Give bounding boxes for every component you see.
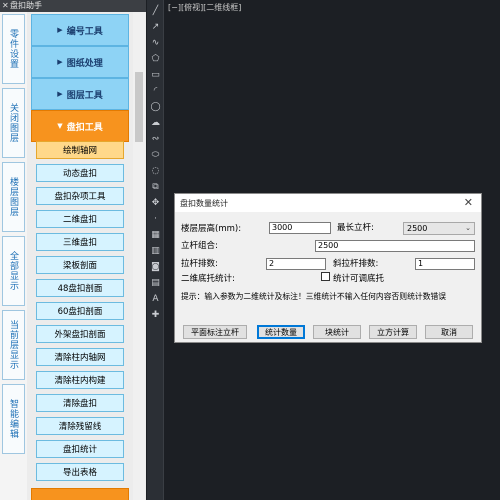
vtab-6[interactable]: 智能编辑 [2,384,25,454]
ellipse-arc-icon[interactable]: ◌ [149,164,162,177]
dialog-titlebar: 盘扣数量统计 ✕ [175,194,481,212]
ellipse-icon[interactable]: ⬭ [149,148,162,161]
vtab-3[interactable]: 楼层图层 [2,162,25,232]
adjustable-base-label: 统计可调底托 [333,274,385,284]
draw-axis-grid-button[interactable]: 绘制轴网 [36,141,124,159]
panel-title: 盘扣助手 [10,1,42,10]
group-numbering-tools[interactable]: ▶ 编号工具 [31,14,129,46]
vtab-2[interactable]: 关闭图层 [2,88,25,158]
circle-icon[interactable]: ◯ [149,100,162,113]
diag-rows-label: 斜拉杆排数: [333,259,379,269]
pole-combo-label: 立杆组合: [181,241,218,251]
region-icon[interactable]: ◙ [149,260,162,273]
rectangle-icon[interactable]: ▭ [149,68,162,81]
make-block-icon[interactable]: ✥ [149,196,162,209]
group-pankou-tools[interactable]: ▼ 盘扣工具 [31,110,129,142]
clear-pankou-button[interactable]: 清除盘扣 [36,394,124,412]
plan-mark-poles-button[interactable]: 平面标注立杆 [183,325,247,339]
vtab-1[interactable]: 零件设置 [2,14,25,84]
count-quantity-button[interactable]: 统计数量 [257,325,305,339]
max-pole-label: 最长立杆: [337,223,374,233]
floor-height-label: 楼层层高(mm): [181,224,242,234]
view-label[interactable]: [−][俯视][二维线框] [168,2,241,13]
base-stat-label: 二维底托统计: [181,274,235,284]
export-table-button[interactable]: 导出表格 [36,463,124,481]
pankou-quantity-dialog: 盘扣数量统计 ✕ 楼层层高(mm): 3000 最长立杆: 2500 ⌄ 立杆组合… [174,193,482,343]
next-group-partial[interactable] [31,488,129,500]
cubic-calc-button[interactable]: 立方计算 [369,325,417,339]
spline-curve-icon[interactable]: ∾ [149,132,162,145]
add-selected-icon[interactable]: ✚ [149,308,162,321]
app-window: ✕ 盘扣助手 零件设置 关闭图层 楼层图层 全部显示 当前层显示 智能编辑 ▶ 编… [0,0,500,500]
tie-rows-label: 拉杆排数: [181,259,218,269]
point-icon[interactable]: · [149,212,162,225]
external-section-button[interactable]: 外架盘扣剖面 [36,325,124,343]
hint-text: 提示：输入参数为二维统计及标注！三维统计不输入任何内容否则统计数错误 [181,292,447,301]
panel-scrollbar[interactable] [133,12,145,500]
misc-tools-button[interactable]: 盘扣杂项工具 [36,187,124,205]
line-icon[interactable]: ╱ [149,4,162,17]
pankou-statistics-button[interactable]: 盘扣统计 [36,440,124,458]
block-stats-button[interactable]: 块统计 [313,325,361,339]
close-icon[interactable]: ✕ [464,196,473,209]
60-section-button[interactable]: 60盘扣剖面 [36,302,124,320]
clear-residual-lines-button[interactable]: 清除残留线 [36,417,124,435]
clear-column-build-button[interactable]: 清除柱内构建 [36,371,124,389]
group-drawing-processing[interactable]: ▶ 图纸处理 [31,46,129,78]
spline-icon[interactable]: ∿ [149,36,162,49]
group-layer-tools[interactable]: ▶ 图层工具 [31,78,129,110]
chevron-down-icon: ⌄ [465,224,471,232]
table-icon[interactable]: ▤ [149,276,162,289]
floor-height-input[interactable]: 3000 [269,222,331,234]
cancel-button[interactable]: 取消 [425,325,473,339]
draw-toolbar: ╱ ↗ ∿ ⬠ ▭ ◜ ◯ ☁ ∾ ⬭ ◌ ⧉ ✥ · ▦ ▥ ◙ ▤ A ✚ [147,0,164,500]
gradient-icon[interactable]: ▥ [149,244,162,257]
2d-pankou-button[interactable]: 二维盘扣 [36,210,124,228]
text-icon[interactable]: A [149,292,162,305]
pole-combo-input[interactable]: 2500 [315,240,475,252]
polygon-icon[interactable]: ⬠ [149,52,162,65]
revcloud-icon[interactable]: ☁ [149,116,162,129]
scroll-thumb[interactable] [135,72,143,142]
pankou-assistant-panel: ✕ 盘扣助手 零件设置 关闭图层 楼层图层 全部显示 当前层显示 智能编辑 ▶ 编… [0,0,146,500]
insert-block-icon[interactable]: ⧉ [149,180,162,193]
hatch-icon[interactable]: ▦ [149,228,162,241]
panel-close-icon[interactable]: ✕ [2,0,9,12]
vtab-4[interactable]: 全部显示 [2,236,25,306]
max-pole-select[interactable]: 2500 ⌄ [403,222,475,235]
48-section-button[interactable]: 48盘扣剖面 [36,279,124,297]
tie-rows-input[interactable]: 2 [266,258,326,270]
dialog-title: 盘扣数量统计 [180,199,228,208]
clear-column-grid-button[interactable]: 清除柱内轴网 [36,348,124,366]
tool-menu: ▶ 编号工具 ▶ 图纸处理 ▶ 图层工具 ▼ 盘扣工具 绘制轴网 动态盘扣 盘扣杂项工具… [30,12,130,500]
panel-titlebar: ✕ 盘扣助手 [0,0,146,12]
beam-slab-section-button[interactable]: 梁板剖面 [36,256,124,274]
arc-icon[interactable]: ◜ [149,84,162,97]
adjustable-base-checkbox[interactable] [321,272,330,281]
diag-rows-input[interactable]: 1 [415,258,475,270]
3d-pankou-button[interactable]: 三维盘扣 [36,233,124,251]
polyline-icon[interactable]: ↗ [149,20,162,33]
vtab-5[interactable]: 当前层显示 [2,310,25,380]
vertical-tab-strip: 零件设置 关闭图层 楼层图层 全部显示 当前层显示 智能编辑 [0,12,27,500]
dynamic-pankou-button[interactable]: 动态盘扣 [36,164,124,182]
